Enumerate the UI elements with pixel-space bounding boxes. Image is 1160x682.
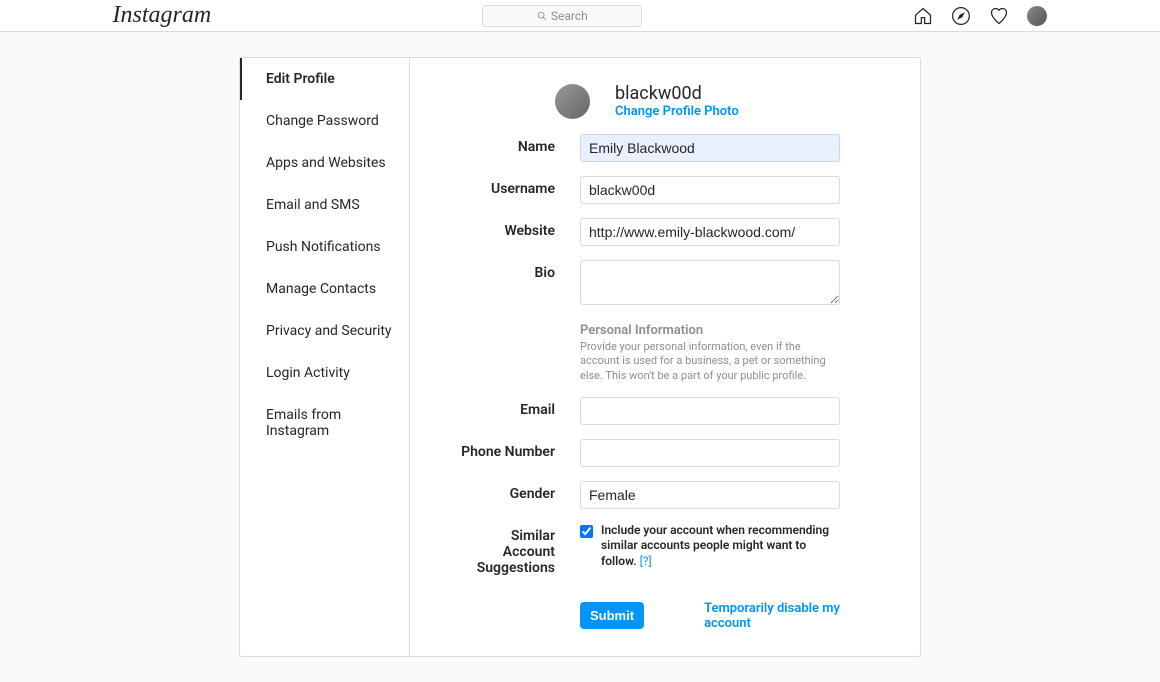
sidebar-item-email-sms[interactable]: Email and SMS: [240, 184, 409, 226]
similar-checkbox[interactable]: [580, 525, 593, 538]
email-label: Email: [460, 397, 580, 425]
website-label: Website: [460, 218, 580, 246]
sidebar-item-manage-contacts[interactable]: Manage Contacts: [240, 268, 409, 310]
username-label: Username: [460, 176, 580, 204]
sidebar-item-privacy-security[interactable]: Privacy and Security: [240, 310, 409, 352]
sidebar-item-edit-profile[interactable]: Edit Profile: [240, 58, 409, 100]
avatar[interactable]: [1027, 6, 1047, 26]
search-icon: [537, 11, 547, 21]
top-nav: Instagram Search: [0, 0, 1160, 32]
sidebar-item-emails-instagram[interactable]: Emails from Instagram: [240, 394, 409, 452]
header-actions: [913, 6, 1047, 26]
similar-checkbox-label: Include your account when recommending s…: [601, 523, 840, 570]
instagram-logo[interactable]: Instagram: [113, 2, 212, 29]
personal-info-desc: Provide your personal information, even …: [580, 340, 840, 383]
name-field[interactable]: [580, 134, 840, 162]
gender-field[interactable]: [580, 481, 840, 509]
personal-info-title: Personal Information: [580, 323, 840, 338]
similar-help-link[interactable]: [?]: [640, 554, 652, 568]
settings-container: Edit Profile Change Password Apps and We…: [239, 57, 921, 657]
gender-label: Gender: [460, 481, 580, 509]
profile-avatar[interactable]: [555, 84, 590, 119]
phone-field[interactable]: [580, 439, 840, 467]
sidebar-item-apps-websites[interactable]: Apps and Websites: [240, 142, 409, 184]
search-input[interactable]: Search: [482, 5, 642, 27]
email-field[interactable]: [580, 397, 840, 425]
website-field[interactable]: [580, 218, 840, 246]
sidebar-item-change-password[interactable]: Change Password: [240, 100, 409, 142]
sidebar-item-push-notifications[interactable]: Push Notifications: [240, 226, 409, 268]
heart-icon[interactable]: [989, 6, 1009, 26]
profile-username: blackw00d: [615, 83, 739, 104]
submit-button[interactable]: Submit: [580, 602, 644, 629]
explore-icon[interactable]: [951, 6, 971, 26]
settings-content: blackw00d Change Profile Photo Name User…: [410, 58, 920, 656]
settings-sidebar: Edit Profile Change Password Apps and We…: [240, 58, 410, 656]
sidebar-item-login-activity[interactable]: Login Activity: [240, 352, 409, 394]
similar-label: Similar Account Suggestions: [460, 523, 580, 576]
bio-label: Bio: [460, 260, 580, 309]
username-field[interactable]: [580, 176, 840, 204]
home-icon[interactable]: [913, 6, 933, 26]
change-photo-button[interactable]: Change Profile Photo: [615, 104, 739, 119]
name-label: Name: [460, 134, 580, 162]
phone-label: Phone Number: [460, 439, 580, 467]
disable-account-link[interactable]: Temporarily disable my account: [704, 601, 870, 631]
search-placeholder: Search: [551, 9, 588, 23]
bio-field[interactable]: [580, 260, 840, 305]
